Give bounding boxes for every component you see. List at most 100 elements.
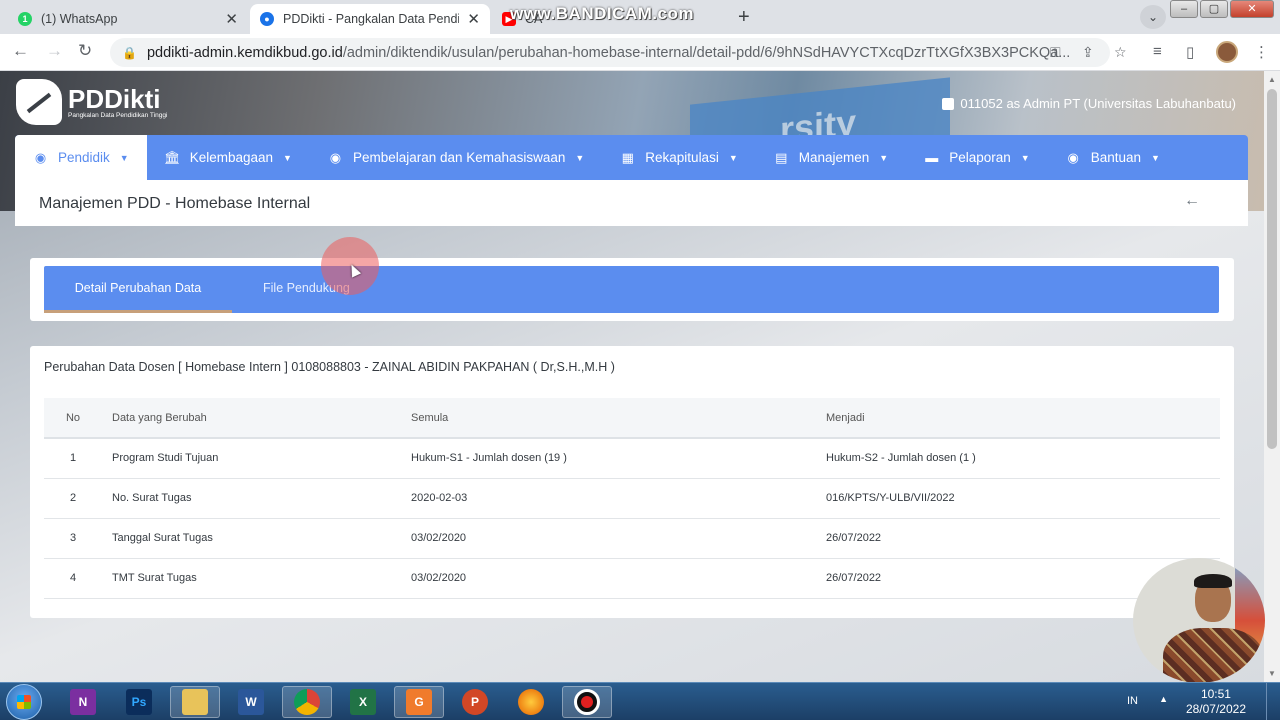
person-circle-icon: ◉	[329, 149, 342, 165]
tab-search-button[interactable]: ⌄	[1140, 5, 1166, 29]
side-panel-icon[interactable]: ▯	[1186, 43, 1194, 61]
table-row: 4 TMT Surat Tugas 03/02/2020 26/07/2022	[44, 558, 1220, 598]
page-title: Manajemen PDD - Homebase Internal	[39, 195, 311, 212]
taskbar-onenote[interactable]: N	[58, 686, 108, 718]
menu-bantuan[interactable]: ◉ Bantuan ▼	[1048, 135, 1178, 180]
taskbar-photoshop[interactable]: Ps	[114, 686, 164, 718]
reload-icon[interactable]: ↻	[78, 41, 92, 61]
page-scrollbar[interactable]: ▲ ▼	[1264, 71, 1280, 682]
taskbar-powerpoint[interactable]: P	[450, 686, 500, 718]
menu-label: Manajemen	[798, 150, 870, 165]
chevron-down-icon: ▼	[575, 152, 585, 163]
clock-date: 28/07/2022	[1185, 702, 1246, 716]
menu-label: Rekapitulasi	[645, 150, 719, 165]
table-row: 1 Program Studi Tujuan Hukum-S1 - Jumlah…	[44, 438, 1220, 478]
logo-mark-icon	[16, 79, 62, 125]
user-info: 011052 as Admin PT (Universitas Labuhanb…	[942, 96, 1236, 111]
menu-label: Pembelajaran dan Kemahasiswaan	[352, 150, 566, 165]
browser-toolbar: ← → ↻ 🔒 pddikti-admin.kemdikbud.go.id /a…	[0, 34, 1280, 71]
table-cell: 4	[69, 572, 77, 584]
chrome-icon	[294, 689, 320, 715]
scrollbar-thumb[interactable]	[1267, 89, 1277, 449]
browser-tab-pddikti[interactable]: ● PDDikti - Pangkalan Data Pendidikan Ti…	[250, 4, 490, 34]
menu-manajemen[interactable]: ▤ Manajemen ▼	[756, 135, 906, 180]
forward-arrow-icon[interactable]: →	[46, 41, 63, 61]
bandicam-record-icon	[574, 689, 600, 715]
maximize-button[interactable]: ▢	[1200, 0, 1228, 18]
key-icon[interactable]: ⚿	[1050, 44, 1061, 61]
tab-title: PDDikti - Pangkalan Data Pendidikan Ting…	[283, 12, 460, 26]
change-detail-card: Perubahan Data Dosen [ Homebase Intern ]…	[30, 346, 1234, 618]
window-close-button[interactable]: ✕	[1230, 0, 1274, 18]
close-icon[interactable]: ✕	[467, 10, 480, 28]
new-tab-button[interactable]: +	[738, 6, 750, 29]
user-label: 011052 as Admin PT (Universitas Labuhanb…	[960, 96, 1236, 111]
scroll-down-arrow-icon[interactable]: ▼	[1268, 669, 1276, 678]
menu-kelembagaan[interactable]: 🏛 Kelembagaan ▼	[147, 135, 310, 180]
profile-avatar[interactable]	[1216, 41, 1238, 63]
table-cell: Program Studi Tujuan	[112, 452, 219, 465]
column-header: Data yang Berubah	[112, 398, 411, 439]
powerpoint-icon: P	[462, 689, 488, 715]
show-hidden-icons-icon[interactable]: ▲	[1159, 694, 1168, 704]
card-title: Perubahan Data Dosen [ Homebase Intern ]…	[44, 360, 615, 374]
column-header: Menjadi	[826, 398, 1220, 439]
language-indicator[interactable]: IN	[1127, 695, 1138, 707]
lock-icon[interactable]: 🔒	[122, 46, 137, 60]
browser-tab-whatsapp[interactable]: 1 (1) WhatsApp ✕	[8, 4, 248, 34]
content-tabs: Detail Perubahan Data File Pendukung	[44, 266, 1219, 313]
menu-pelaporan[interactable]: ▬ Pelaporan ▼	[906, 135, 1047, 180]
page-content: rsity PDDikti Pangkalan Data Pendidikan …	[0, 71, 1264, 682]
firefox-icon	[518, 689, 544, 715]
bookmark-star-icon[interactable]: ☆	[1114, 44, 1127, 61]
share-icon[interactable]: ⇪	[1082, 44, 1094, 61]
bar-chart-icon: ▦	[621, 149, 634, 165]
taskbar-wps-pdf[interactable]: G	[394, 686, 444, 718]
menu-pembelajaran[interactable]: ◉ Pembelajaran dan Kemahasiswaan ▼	[310, 135, 602, 180]
minimize-button[interactable]: –	[1170, 0, 1198, 18]
table-cell: 2020-02-03	[411, 492, 468, 504]
table-cell: Hukum-S1 - Jumlah dosen (19 )	[411, 452, 567, 465]
show-desktop-button[interactable]	[1266, 683, 1280, 720]
pddikti-icon: ●	[260, 12, 274, 26]
taskbar-chrome[interactable]	[282, 686, 332, 718]
main-menu: ◉ Pendidik ▼ 🏛 Kelembagaan ▼ ◉ Pembelaja…	[15, 135, 1248, 180]
address-bar[interactable]: 🔒 pddikti-admin.kemdikbud.go.id /admin/d…	[110, 38, 1127, 67]
browser-tab-bar: 1 (1) WhatsApp ✕ ● PDDikti - Pangkalan D…	[0, 0, 1280, 34]
more-menu-icon[interactable]: ⋮	[1254, 43, 1269, 61]
table-cell: No. Surat Tugas	[112, 492, 192, 504]
table-cell: Tanggal Surat Tugas	[112, 532, 213, 544]
taskbar-file-explorer[interactable]	[170, 686, 220, 718]
person-circle-icon: ◉	[34, 149, 47, 165]
onenote-icon: N	[70, 689, 96, 715]
tab-detail-perubahan-data[interactable]: Detail Perubahan Data	[44, 266, 232, 313]
file-explorer-icon	[182, 689, 208, 715]
pddikti-logo[interactable]: PDDikti Pangkalan Data Pendidikan Tinggi	[16, 79, 167, 125]
logo-subtitle: Pangkalan Data Pendidikan Tinggi	[68, 111, 168, 119]
table-cell: 26/07/2022	[826, 532, 882, 544]
back-arrow-icon[interactable]: ←	[1184, 192, 1200, 210]
taskbar-bandicam[interactable]	[562, 686, 612, 718]
table-cell: 3	[69, 532, 77, 544]
table-cell: 2	[69, 492, 77, 504]
taskbar-excel[interactable]: X	[338, 686, 388, 718]
menu-pendidik[interactable]: ◉ Pendidik ▼	[15, 135, 147, 180]
clock[interactable]: 10:51 28/07/2022	[1186, 687, 1246, 717]
close-icon[interactable]: ✕	[225, 10, 238, 28]
start-button[interactable]	[6, 684, 42, 720]
institution-icon: 🏛	[163, 149, 181, 165]
back-arrow-icon[interactable]: ←	[12, 41, 29, 61]
changes-table: No Data yang Berubah Semula Menjadi 1 Pr…	[44, 398, 1220, 599]
document-icon: ▤	[775, 149, 788, 165]
tab-title: (1) WhatsApp	[41, 12, 118, 26]
menu-rekapitulasi[interactable]: ▦ Rekapitulasi ▼	[602, 135, 755, 180]
tab-card: Detail Perubahan Data File Pendukung	[30, 258, 1234, 321]
person-circle-icon: ◉	[1067, 149, 1079, 165]
scroll-up-arrow-icon[interactable]: ▲	[1268, 75, 1276, 84]
user-badge-icon	[942, 97, 955, 110]
taskbar-word[interactable]: W	[226, 686, 276, 718]
taskbar-firefox[interactable]	[506, 686, 556, 718]
reading-list-icon[interactable]: ≡	[1153, 43, 1162, 60]
menu-label: Pendidik	[58, 150, 110, 165]
wps-pdf-icon: G	[406, 689, 432, 715]
